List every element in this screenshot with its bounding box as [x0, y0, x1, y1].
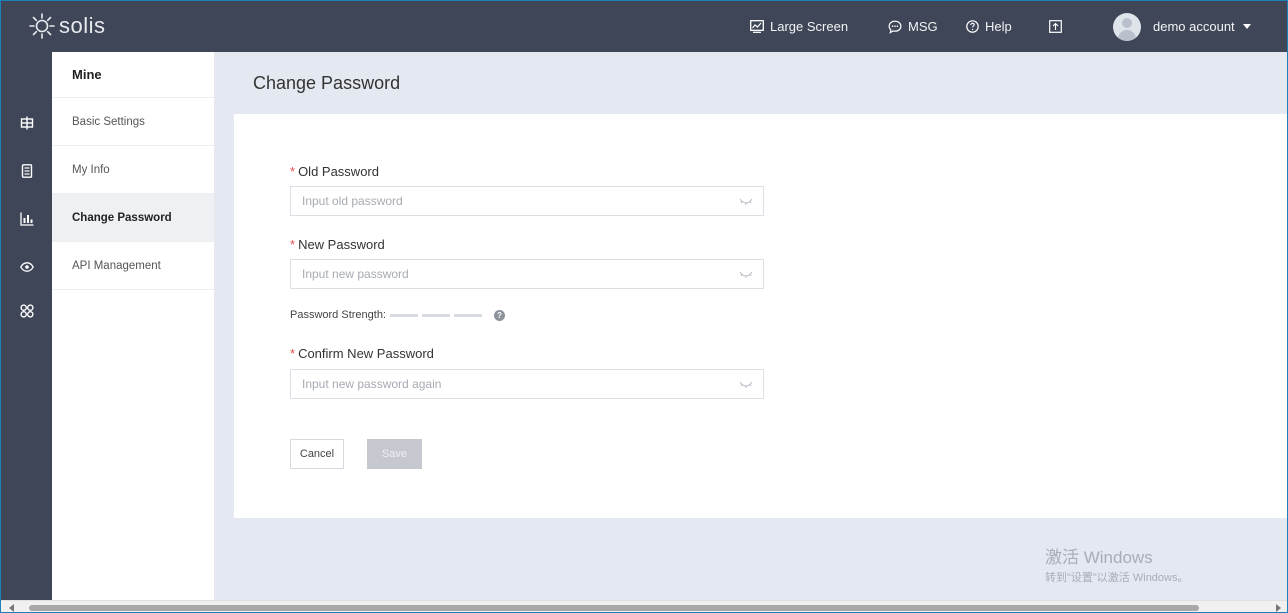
brand-name: solis [59, 13, 106, 38]
question-icon[interactable]: ? [494, 309, 505, 321]
required-mark: * [290, 164, 296, 179]
eye-closed-icon[interactable] [739, 269, 753, 279]
confirm-password-input[interactable] [302, 377, 732, 391]
brand-logo[interactable]: solis [27, 11, 106, 41]
confirm-password-field[interactable] [290, 369, 764, 399]
required-mark: * [290, 237, 296, 252]
activation-watermark-title: 激活 Windows [1045, 548, 1153, 567]
password-strength-label: Password Strength: [290, 309, 386, 321]
large-screen-label: Large Screen [770, 19, 849, 34]
help-circle-icon [966, 20, 979, 33]
menu-item-api-management[interactable]: API Management [52, 242, 214, 290]
monitor-chart-icon [750, 20, 764, 33]
menu-title: Mine [52, 52, 214, 98]
upload-box-icon [1049, 20, 1062, 33]
globe-grid-icon[interactable] [18, 114, 36, 132]
old-password-label: * Old Password [290, 164, 379, 179]
menu-item-change-password[interactable]: Change Password [52, 194, 214, 242]
app-window: solis Large Screen MSG Help demo account… [0, 0, 1288, 613]
strength-bar [422, 313, 450, 317]
eye-icon[interactable] [18, 258, 36, 276]
device-icon[interactable] [18, 162, 36, 180]
scroll-left-icon[interactable] [9, 604, 14, 612]
eye-closed-icon[interactable] [739, 196, 753, 206]
large-screen-button[interactable]: Large Screen [750, 1, 848, 52]
top-bar: solis Large Screen MSG Help demo account [1, 1, 1287, 52]
old-password-field[interactable] [290, 186, 764, 216]
menu-item-basic-settings[interactable]: Basic Settings [52, 98, 214, 146]
change-password-form: * Old Password * New Password Password Str… [234, 114, 1287, 518]
required-mark: * [290, 346, 296, 361]
strength-bar [390, 313, 418, 317]
account-menu[interactable]: demo account [1113, 1, 1251, 52]
new-password-label: * New Password [290, 237, 385, 252]
cancel-button[interactable]: Cancel [290, 439, 344, 469]
export-button[interactable] [1049, 1, 1068, 52]
msg-button[interactable]: MSG [888, 1, 938, 52]
settings-menu: Mine Basic Settings My Info Change Passw… [52, 52, 215, 600]
save-button[interactable]: Save [367, 439, 422, 469]
old-password-input[interactable] [302, 194, 732, 208]
icon-rail [1, 52, 52, 600]
msg-label: MSG [908, 19, 938, 34]
account-name: demo account [1153, 19, 1235, 34]
new-password-input[interactable] [302, 267, 732, 281]
apps-icon[interactable] [18, 302, 36, 320]
sun-logo-icon [29, 13, 55, 39]
eye-closed-icon[interactable] [739, 379, 753, 389]
chat-bubble-icon [888, 20, 902, 34]
horizontal-scrollbar[interactable] [1, 600, 1287, 612]
scroll-right-icon[interactable] [1276, 604, 1281, 612]
activation-watermark-hint: 转到"设置"以激活 Windows。 [1045, 572, 1189, 584]
page-title: Change Password [253, 72, 401, 93]
strength-bar [454, 313, 482, 317]
scrollbar-thumb[interactable] [29, 605, 1199, 611]
new-password-field[interactable] [290, 259, 764, 289]
chevron-down-icon [1242, 24, 1251, 29]
report-chart-icon[interactable] [18, 210, 36, 228]
confirm-password-label: * Confirm New Password [290, 346, 434, 361]
menu-item-my-info[interactable]: My Info [52, 146, 214, 194]
password-strength: Password Strength: ? [290, 309, 505, 321]
help-button[interactable]: Help [966, 1, 1012, 52]
avatar [1113, 12, 1141, 41]
help-label: Help [985, 19, 1012, 34]
